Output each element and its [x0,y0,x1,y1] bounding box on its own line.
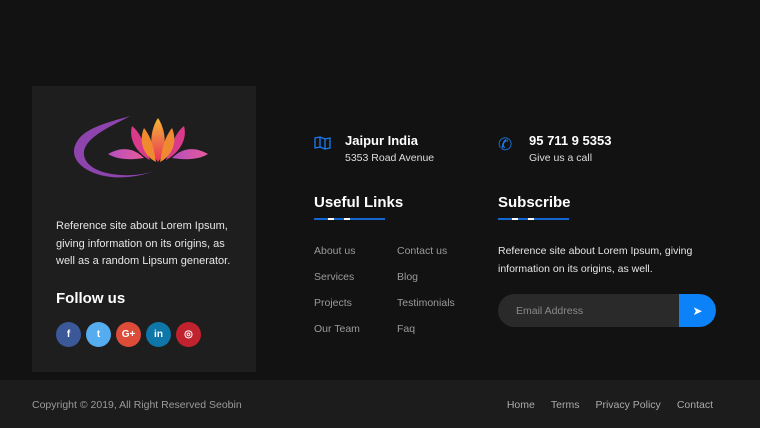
phone-number: 95 711 9 5353 [529,133,612,148]
send-button[interactable]: ➤ [679,294,716,327]
subscribe-text: Reference site about Lorem Ipsum, giving… [498,245,693,275]
subscribe-form: ➤ [498,294,716,327]
social-links: f t G+ in ◎ [56,322,201,347]
lotus-logo [73,116,208,178]
link-about-us[interactable]: About us [314,245,355,257]
linkedin-icon[interactable]: in [146,322,171,347]
follow-title: Follow us [56,290,126,307]
title-underline [314,218,385,220]
phone-block: ✆ 95 711 9 5353 Give us a call [498,133,611,164]
address-sub: 5353 Road Avenue [345,152,435,164]
phone-icon: ✆ [498,135,513,154]
about-text: Reference site about Lorem Ipsum, giving… [56,220,231,267]
link-services[interactable]: Services [314,271,354,283]
address-title: Jaipur India [345,133,418,148]
footer-link-terms[interactable]: Terms [551,399,580,411]
link-projects[interactable]: Projects [314,297,352,309]
footer-link-privacy[interactable]: Privacy Policy [595,399,660,411]
paper-plane-icon: ➤ [692,303,703,318]
link-blog[interactable]: Blog [397,271,418,283]
subscribe-title: Subscribe [498,194,571,211]
instagram-icon[interactable]: ◎ [176,322,201,347]
phone-sub: Give us a call [529,152,593,164]
facebook-icon[interactable]: f [56,322,81,347]
google-plus-icon[interactable]: G+ [116,322,141,347]
about-card: Reference site about Lorem Ipsum, giving… [32,86,256,372]
footer-link-contact[interactable]: Contact [677,399,713,411]
address-block: Jaipur India 5353 Road Avenue [314,133,434,164]
link-contact-us[interactable]: Contact us [397,245,447,257]
map-icon [314,135,331,164]
link-testimonials[interactable]: Testimonials [397,297,455,309]
link-our-team[interactable]: Our Team [314,323,360,335]
copyright: Copyright © 2019, All Right Reserved Seo… [32,399,242,411]
email-input[interactable] [498,294,680,327]
title-underline [498,218,569,220]
link-faq[interactable]: Faq [397,323,415,335]
twitter-icon[interactable]: t [86,322,111,347]
footer-nav: Home Terms Privacy Policy Contact [507,399,713,411]
useful-links-title: Useful Links [314,194,404,211]
footer-link-home[interactable]: Home [507,399,535,411]
footer-bar: Copyright © 2019, All Right Reserved Seo… [0,380,760,428]
